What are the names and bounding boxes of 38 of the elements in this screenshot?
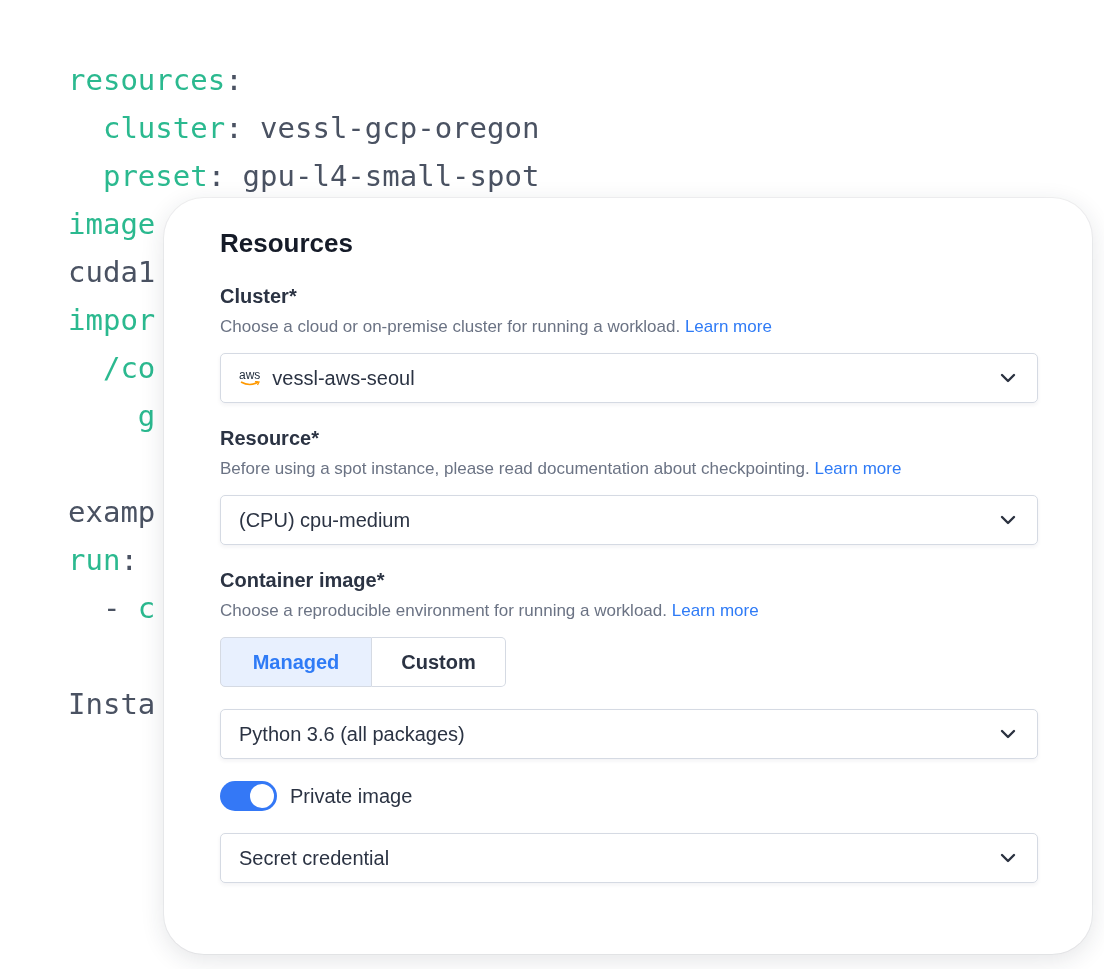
code-key: resources <box>68 63 226 97</box>
field-label: Resource* <box>220 427 320 450</box>
code-key: run <box>68 543 121 577</box>
code-text: - <box>101 591 122 625</box>
chevron-down-icon <box>999 372 1017 384</box>
select-dropdown[interactable]: (CPU) cpu-medium <box>220 495 1038 545</box>
code-text: cuda1 <box>68 255 156 289</box>
field-label: Container image* <box>220 569 386 592</box>
card-title: Resources <box>220 228 354 259</box>
learn-more-link[interactable]: Learn more <box>684 317 772 336</box>
code-text: examp <box>68 495 156 529</box>
code-key: impor <box>68 303 156 337</box>
chevron-down-icon <box>999 852 1017 864</box>
chevron-down-icon <box>999 514 1017 526</box>
learn-more-link[interactable]: Learn more <box>671 601 759 620</box>
field-description: Choose a reproducible environment for running a workload. Learn more <box>220 601 760 621</box>
code-key: g <box>68 399 156 433</box>
field-description: Before using a spot instance, please read documentation about checkpointing. Learn more <box>220 459 903 479</box>
select-dropdown[interactable]: Python 3.6 (all packages) <box>220 709 1038 759</box>
select-dropdown[interactable]: Secret credential <box>220 833 1038 883</box>
code-text: Insta <box>68 687 156 721</box>
field-label: Cluster* <box>220 285 298 308</box>
toggle-label: Private image <box>290 784 413 808</box>
learn-more-link[interactable]: Learn more <box>814 459 902 478</box>
code-key: image <box>68 207 156 241</box>
code-key: cluster <box>68 111 226 145</box>
segment-tab[interactable]: Custom <box>372 637 506 687</box>
code-text: : gpu-l4-small-spot <box>207 159 540 193</box>
toggle-switch[interactable] <box>220 781 277 811</box>
code-text: : <box>120 543 138 577</box>
code-key: /co <box>68 351 156 385</box>
select-dropdown[interactable]: aws vessl-aws-seoul <box>220 353 1038 403</box>
code-key: c <box>137 591 156 625</box>
code-key: preset <box>68 159 208 193</box>
field-description: Choose a cloud or on-premise cluster for running a workload. Learn more <box>220 317 773 337</box>
chevron-down-icon <box>999 728 1017 740</box>
code-text: : <box>225 63 243 97</box>
code-text: : vessl-gcp-oregon <box>225 111 540 145</box>
